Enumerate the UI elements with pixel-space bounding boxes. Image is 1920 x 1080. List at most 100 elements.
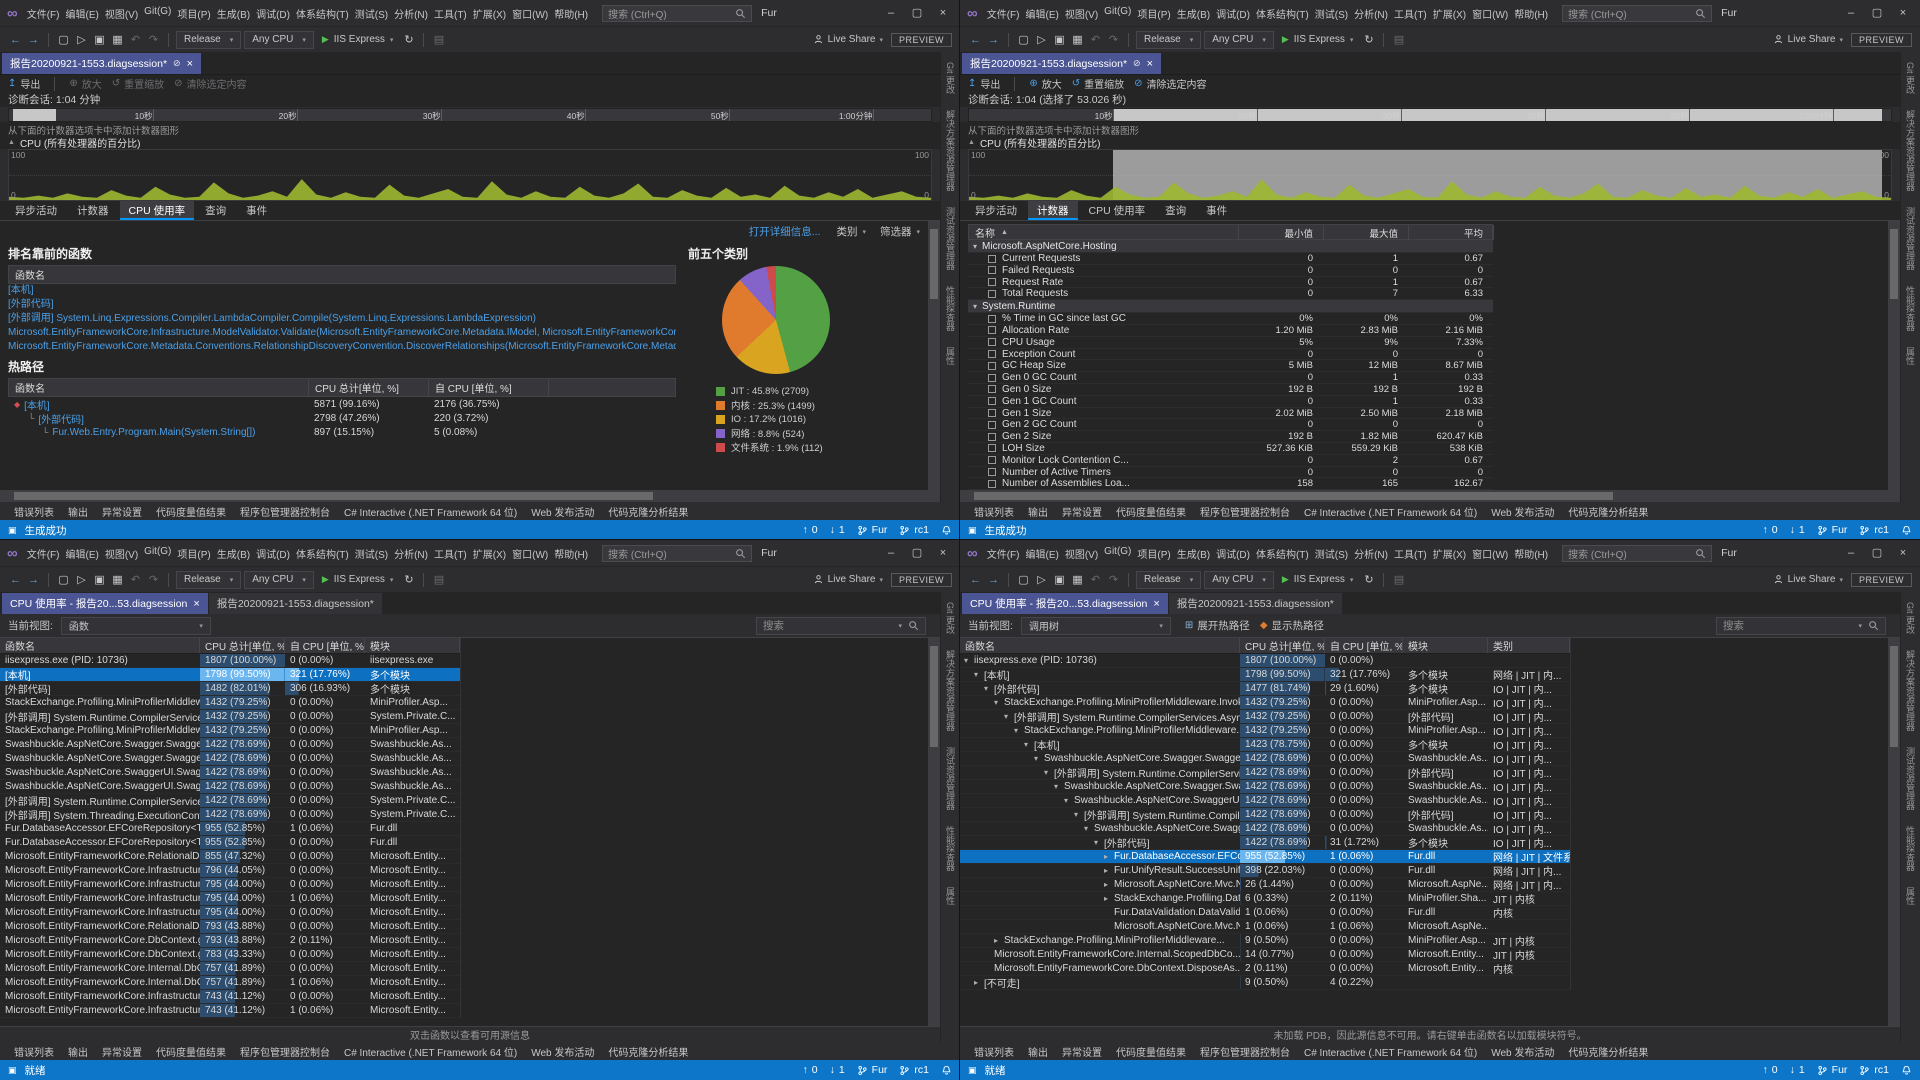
- cpu-usage-chart[interactable]: 100 0 100 0: [968, 149, 1892, 201]
- call-tree-row[interactable]: Microsoft.AspNetCore.Mvc.Ne...1 (0.06%)1…: [960, 920, 1570, 934]
- counter-row[interactable]: Current Requests010.67: [968, 253, 1493, 265]
- background-tasks-icon[interactable]: ▣: [8, 525, 17, 536]
- counter-row[interactable]: Total Requests076.33: [968, 288, 1493, 300]
- menu-item[interactable]: 窗口(W): [1469, 4, 1511, 23]
- column-header-module[interactable]: 模块: [365, 638, 460, 653]
- report-tab[interactable]: 查询: [196, 201, 235, 220]
- close-button[interactable]: ×: [930, 542, 956, 564]
- minimize-button[interactable]: –: [1838, 542, 1864, 564]
- panel-tab[interactable]: 代码克隆分析结果: [1562, 1043, 1654, 1060]
- menu-item[interactable]: 工具(T): [431, 4, 470, 23]
- menu-item[interactable]: 分析(N): [391, 4, 431, 23]
- new-file-icon[interactable]: ▢: [1016, 573, 1031, 586]
- undo-icon[interactable]: ↶: [1088, 573, 1103, 586]
- function-row[interactable]: Microsoft.EntityFrameworkCore.Infrastruc…: [0, 990, 460, 1004]
- menu-item[interactable]: 分析(N): [1351, 4, 1391, 23]
- document-tab[interactable]: 报告20200921-1553.diagsession*: [1169, 593, 1342, 614]
- show-hot-path-button[interactable]: ◆ 显示热路径: [1260, 618, 1324, 633]
- expander-icon[interactable]: ▾: [1074, 810, 1084, 819]
- preview-badge[interactable]: PREVIEW: [891, 573, 952, 587]
- redo-icon[interactable]: ↷: [1106, 573, 1121, 586]
- expander-icon[interactable]: ▾: [1064, 796, 1074, 805]
- menu-item[interactable]: 工具(T): [1391, 544, 1430, 563]
- save-icon[interactable]: ▣: [1052, 573, 1067, 586]
- call-tree-row[interactable]: ▸StackExchange.Profiling.Data...6 (0.33%…: [960, 892, 1570, 906]
- counter-group-row[interactable]: ▾System.Runtime: [968, 300, 1493, 313]
- save-all-icon[interactable]: ▦: [1070, 33, 1085, 46]
- start-debugging-button[interactable]: ▶ IIS Express ▾: [1277, 34, 1359, 45]
- function-row[interactable]: [外部调用] System.Runtime.CompilerServices..…: [0, 794, 460, 808]
- menu-item[interactable]: 工具(T): [1391, 4, 1430, 23]
- git-repository[interactable]: Fur: [1817, 1064, 1848, 1076]
- menu-item[interactable]: 文件(F): [24, 544, 63, 563]
- checkbox[interactable]: [988, 444, 996, 452]
- side-tab[interactable]: 属性: [944, 887, 957, 905]
- column-header-function[interactable]: 函数名: [9, 379, 309, 396]
- panel-tab[interactable]: 代码度量值结果: [150, 503, 232, 520]
- checkbox[interactable]: [988, 385, 996, 393]
- git-branch[interactable]: rc1: [1859, 1064, 1889, 1076]
- expander-icon[interactable]: ▸: [1104, 880, 1114, 889]
- menu-item[interactable]: 文件(F): [984, 544, 1023, 563]
- call-tree-row[interactable]: ▾[本机]1798 (99.50%)321 (17.76%)多个模块网络 | J…: [960, 668, 1570, 682]
- side-tab[interactable]: Git 更改: [944, 62, 957, 94]
- profiler-action[interactable]: ⊘清除选定内容: [1134, 76, 1206, 91]
- vertical-scrollbar[interactable]: [928, 638, 940, 1026]
- redo-icon[interactable]: ↷: [146, 573, 161, 586]
- open-details-link[interactable]: 打开详细信息...: [749, 224, 821, 239]
- menu-item[interactable]: 窗口(W): [1469, 544, 1511, 563]
- menu-item[interactable]: 扩展(X): [470, 4, 509, 23]
- notifications-bell-icon[interactable]: [941, 1065, 952, 1076]
- counter-row[interactable]: Gen 1 GC Count010.33: [968, 396, 1493, 408]
- save-icon[interactable]: ▣: [1052, 33, 1067, 46]
- expander-icon[interactable]: ▸: [1104, 894, 1114, 903]
- function-row[interactable]: iisexpress.exe (PID: 10736)1807 (100.00%…: [0, 654, 460, 668]
- function-row[interactable]: [本机]1798 (99.50%)321 (17.76%)多个模块: [0, 668, 460, 682]
- counter-row[interactable]: Allocation Rate1.20 MiB2.83 MiB2.16 MiB: [968, 325, 1493, 337]
- menu-item[interactable]: 编辑(E): [1022, 544, 1061, 563]
- counter-row[interactable]: CPU Usage5%9%7.33%: [968, 337, 1493, 349]
- function-row[interactable]: Microsoft.EntityFrameworkCore.Infrastruc…: [0, 864, 460, 878]
- start-debugging-button[interactable]: ▶ IIS Express ▾: [317, 574, 399, 585]
- checkbox[interactable]: [988, 456, 996, 464]
- horizontal-scrollbar[interactable]: [960, 490, 1900, 502]
- menu-item[interactable]: Git(G): [1101, 544, 1134, 563]
- functions-column-header[interactable]: 函数名: [8, 265, 676, 284]
- background-tasks-icon[interactable]: ▣: [8, 1065, 17, 1076]
- panel-tab[interactable]: Web 发布活动: [1485, 503, 1560, 520]
- platform-dropdown[interactable]: Any CPU ▾: [244, 571, 314, 589]
- notifications-bell-icon[interactable]: [941, 525, 952, 536]
- hot-reload-icon[interactable]: ↻: [401, 33, 416, 46]
- navigate-backward-icon[interactable]: ←: [8, 574, 23, 586]
- report-tab[interactable]: 事件: [237, 201, 276, 220]
- panel-tab[interactable]: 代码克隆分析结果: [602, 503, 694, 520]
- git-push-count[interactable]: ↑0: [1762, 524, 1777, 536]
- checkbox[interactable]: [988, 421, 996, 429]
- menu-item[interactable]: 项目(P): [1134, 4, 1173, 23]
- function-row[interactable]: Swashbuckle.AspNetCore.SwaggerUI.Swagge.…: [0, 780, 460, 794]
- tab-close-icon[interactable]: ×: [187, 58, 193, 70]
- side-tab[interactable]: 属性: [944, 347, 957, 365]
- quick-search-input[interactable]: 搜索 (Ctrl+Q): [1562, 5, 1712, 22]
- cpu-usage-chart[interactable]: 100 0 100 0: [8, 149, 932, 201]
- open-file-icon[interactable]: ▷: [1034, 33, 1049, 46]
- panel-tab[interactable]: 程序包管理器控制台: [234, 1043, 336, 1060]
- menu-item[interactable]: 扩展(X): [470, 544, 509, 563]
- checkbox[interactable]: [988, 362, 996, 370]
- expander-icon[interactable]: ▾: [984, 684, 994, 693]
- checkbox[interactable]: [988, 266, 996, 274]
- current-view-dropdown[interactable]: 函数 ▾: [61, 617, 211, 635]
- filter-dropdown[interactable]: 类别▾: [836, 224, 866, 239]
- function-row[interactable]: [外部代码]1482 (82.01%)306 (16.93%)多个模块: [0, 682, 460, 696]
- live-share-button[interactable]: Live Share ▾: [813, 34, 883, 45]
- call-tree-row[interactable]: ▾[外部代码]1477 (81.74%)29 (1.60%)多个模块IO | J…: [960, 682, 1570, 696]
- find-in-files-icon[interactable]: ▤: [431, 573, 446, 586]
- configuration-dropdown[interactable]: Release ▾: [176, 571, 241, 589]
- menu-item[interactable]: 窗口(W): [509, 4, 551, 23]
- notifications-bell-icon[interactable]: [1901, 525, 1912, 536]
- open-file-icon[interactable]: ▷: [1034, 573, 1049, 586]
- navigate-backward-icon[interactable]: ←: [968, 574, 983, 586]
- call-tree-row[interactable]: ▾StackExchange.Profiling.MiniProfilerMid…: [960, 696, 1570, 710]
- filter-dropdown[interactable]: 筛选器▾: [880, 224, 920, 239]
- expander-icon[interactable]: ▾: [1044, 768, 1054, 777]
